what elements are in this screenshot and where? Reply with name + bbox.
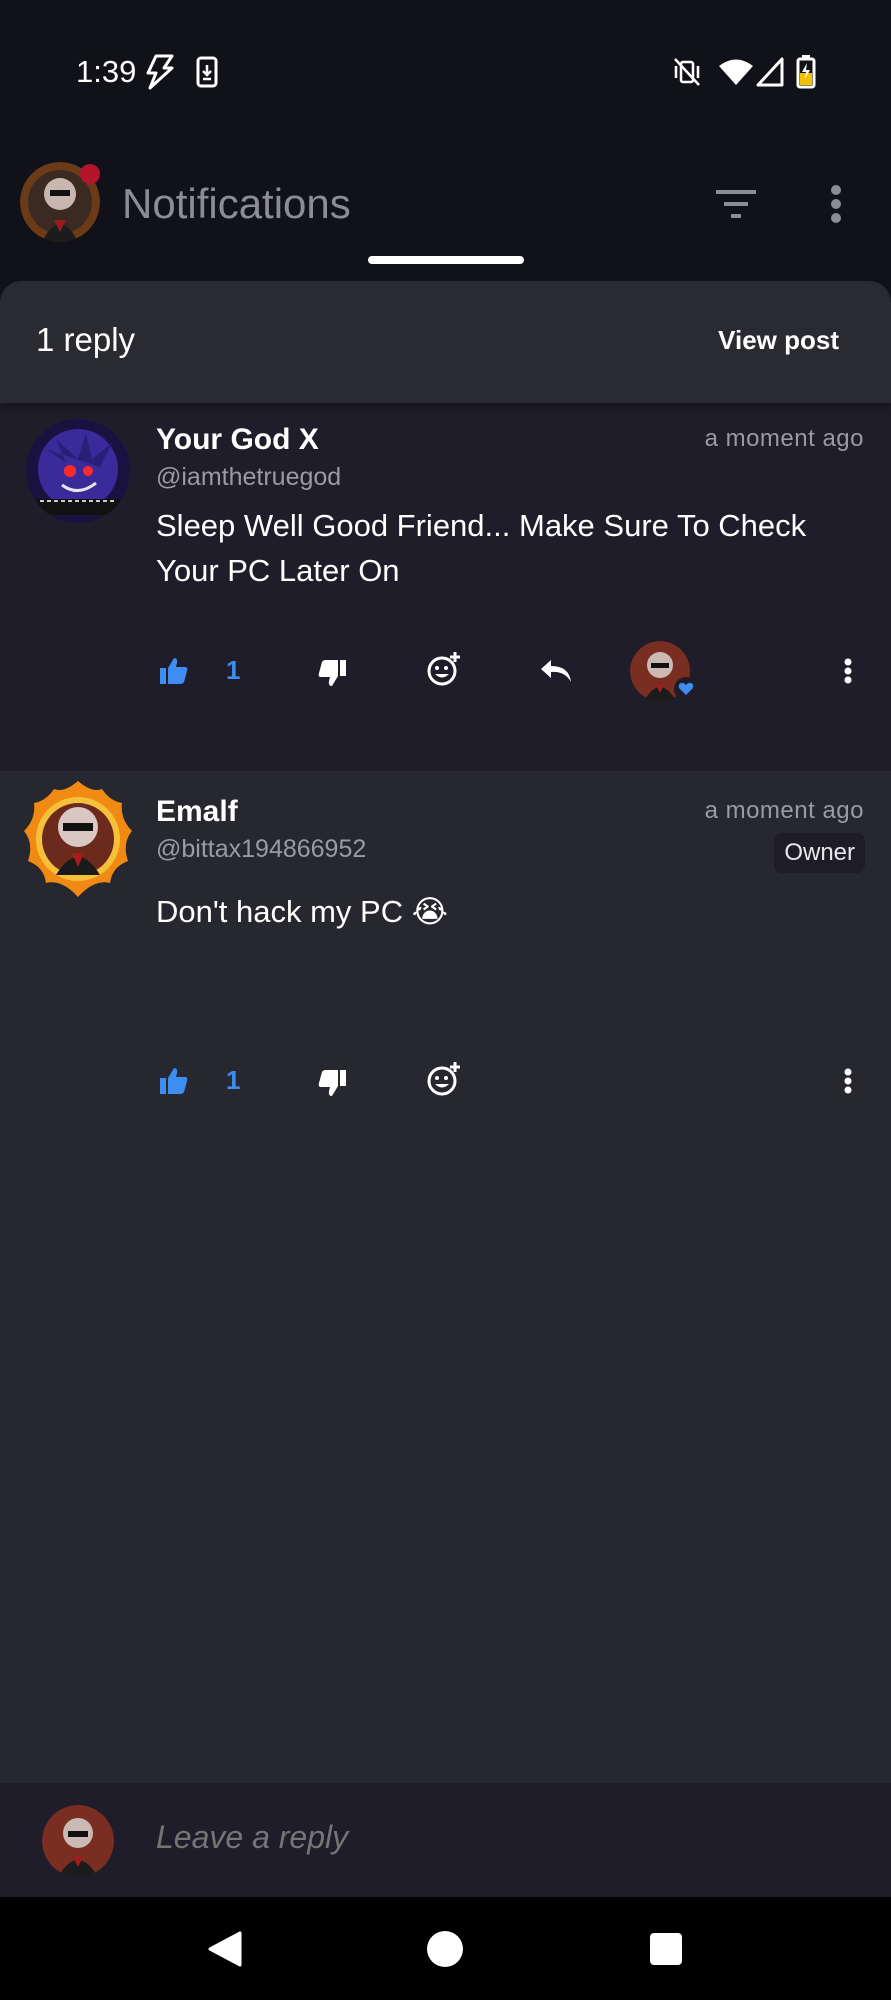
reply-icon[interactable] bbox=[536, 653, 576, 689]
reply-input[interactable] bbox=[156, 1819, 756, 1856]
comment-item: Emalf @bittax194866952 a moment ago Owne… bbox=[0, 771, 891, 1096]
dislike-icon[interactable] bbox=[314, 655, 350, 691]
username[interactable]: Emalf bbox=[156, 795, 238, 829]
like-icon[interactable] bbox=[156, 653, 192, 689]
add-reaction-icon[interactable] bbox=[424, 1059, 464, 1099]
avatar[interactable] bbox=[26, 419, 130, 523]
app-header: Notifications bbox=[0, 140, 891, 280]
view-post-button[interactable]: View post bbox=[718, 325, 839, 356]
like-icon[interactable] bbox=[156, 1063, 192, 1099]
battery-charging-icon bbox=[796, 54, 816, 90]
current-user-avatar bbox=[42, 1805, 114, 1877]
navigation-bar bbox=[0, 1897, 891, 2000]
sheet-header: 1 reply View post bbox=[0, 281, 891, 403]
like-count: 1 bbox=[226, 655, 241, 685]
user-handle: @iamthetruegod bbox=[156, 463, 342, 491]
flash-icon bbox=[142, 54, 176, 90]
reply-count: 1 reply bbox=[36, 321, 136, 358]
reply-bar bbox=[0, 1783, 891, 1897]
back-icon[interactable] bbox=[200, 1925, 248, 1973]
page-title: Notifications bbox=[122, 180, 351, 227]
comment-text: Sleep Well Good Friend... Make Sure To C… bbox=[156, 508, 807, 588]
comment-more-icon[interactable] bbox=[840, 651, 856, 691]
vibrate-off-icon bbox=[672, 54, 702, 90]
notification-dot bbox=[80, 164, 100, 184]
timestamp: a moment ago bbox=[704, 425, 864, 452]
signal-icon bbox=[756, 54, 784, 90]
like-count: 1 bbox=[226, 1065, 241, 1095]
comment-text: Don't hack my PC 😭 bbox=[156, 894, 448, 929]
user-handle: @bittax194866952 bbox=[156, 835, 367, 863]
replies-sheet: 1 reply View post Your God X @iamthetrue… bbox=[0, 281, 891, 1897]
add-reaction-icon[interactable] bbox=[424, 649, 464, 689]
status-time: 1:39 bbox=[76, 54, 137, 89]
status-bar: 1:39 bbox=[0, 0, 891, 140]
comment-more-icon[interactable] bbox=[840, 1061, 856, 1101]
home-icon[interactable] bbox=[421, 1925, 469, 1973]
owner-badge: Owner bbox=[774, 833, 865, 873]
filter-icon[interactable] bbox=[714, 186, 758, 222]
wifi-icon bbox=[718, 54, 754, 90]
dislike-icon[interactable] bbox=[314, 1065, 350, 1101]
sheet-drag-handle[interactable] bbox=[368, 256, 524, 264]
username[interactable]: Your God X bbox=[156, 423, 319, 457]
recents-icon[interactable] bbox=[642, 1925, 690, 1973]
download-icon bbox=[196, 54, 218, 90]
heart-icon bbox=[674, 677, 698, 701]
avatar[interactable] bbox=[18, 779, 138, 899]
comment-item: Your God X @iamthetruegod a moment ago S… bbox=[0, 403, 891, 771]
more-vertical-icon[interactable] bbox=[830, 184, 842, 224]
timestamp: a moment ago bbox=[704, 797, 864, 824]
